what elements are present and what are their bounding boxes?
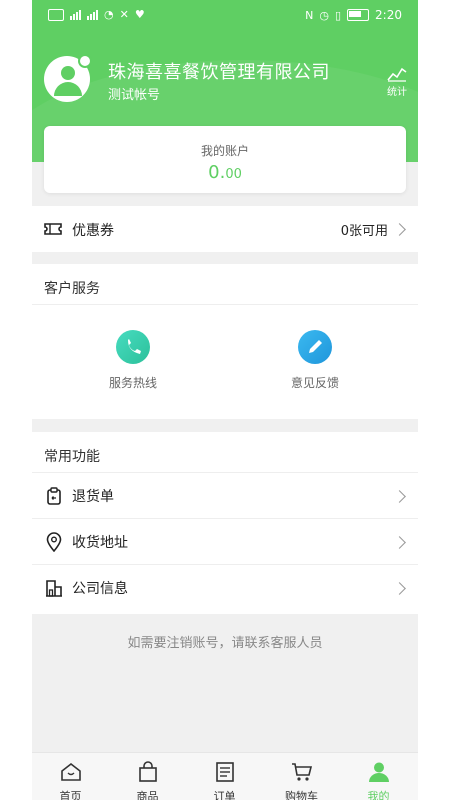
nav-products[interactable]: 商品 <box>109 753 186 800</box>
feedback-button[interactable]: 意见反馈 <box>275 330 355 391</box>
nav-cart[interactable]: 购物车 <box>263 753 340 800</box>
nav-profile-label: 我的 <box>367 790 390 800</box>
service-hotline-button[interactable]: 服务热线 <box>93 330 173 391</box>
wifi-icon: ◔ <box>104 8 114 21</box>
order-list-icon <box>215 762 234 782</box>
return-order-label: 退货单 <box>72 489 114 505</box>
pencil-glyph <box>309 340 322 353</box>
chevron-right-icon <box>393 490 406 503</box>
nav-profile[interactable]: 我的 <box>340 753 417 800</box>
customer-service-title: 客户服务 <box>44 281 100 297</box>
bottom-navigation: 首页 商品 订单 购物车 我的 <box>32 752 418 800</box>
status-bar: ◔ ✕ ♥ N ◷ ▯ 2:20 <box>32 0 418 30</box>
hd-icon <box>48 8 64 21</box>
nav-orders-label: 订单 <box>213 790 236 800</box>
nav-cart-label: 购物车 <box>285 790 318 800</box>
location-pin-icon <box>46 532 62 552</box>
settings-gear-icon[interactable] <box>78 54 92 68</box>
common-functions-title: 常用功能 <box>44 449 100 465</box>
balance-integer: 0. <box>208 162 226 183</box>
shopping-bag-icon <box>138 761 157 782</box>
account-card-title: 我的账户 <box>200 144 249 158</box>
company-info-label: 公司信息 <box>72 581 128 597</box>
ticket-icon <box>44 223 62 235</box>
chevron-right-icon <box>393 582 406 595</box>
stats-label: 统计 <box>387 87 407 98</box>
avatar-body <box>54 82 82 96</box>
account-card[interactable]: 我的账户 0.00 <box>44 126 406 193</box>
profile-icon <box>368 762 389 782</box>
avatar-head <box>61 66 75 80</box>
shipping-address-row[interactable]: 收货地址 <box>32 519 418 564</box>
status-left-icons: ◔ ✕ ♥ <box>48 8 145 21</box>
service-hotline-label: 服务热线 <box>108 376 157 390</box>
profile-header: ◔ ✕ ♥ N ◷ ▯ 2:20 珠海喜喜餐饮管理有限公司 测试帐号 统计 我的… <box>32 0 418 280</box>
home-icon <box>60 762 81 781</box>
stats-button[interactable]: 统计 <box>384 66 410 98</box>
signal-icon-2 <box>87 9 98 20</box>
app-screen: ◔ ✕ ♥ N ◷ ▯ 2:20 珠海喜喜餐饮管理有限公司 测试帐号 统计 我的… <box>32 0 418 800</box>
nav-orders[interactable]: 订单 <box>186 753 263 800</box>
company-name: 珠海喜喜餐饮管理有限公司 <box>108 62 330 83</box>
notification-icon: ✕ <box>119 8 129 21</box>
chevron-right-icon <box>393 223 406 236</box>
account-cancellation-notice: 如需要注销账号，请联系客服人员 <box>127 636 323 651</box>
chevron-right-icon <box>393 536 406 549</box>
return-order-row[interactable]: 退货单 <box>32 473 418 518</box>
vibrate-icon: ▯ <box>334 8 342 22</box>
clock-time: 2:20 <box>375 8 402 22</box>
edit-icon <box>298 330 332 364</box>
coupon-label: 优惠券 <box>72 223 114 239</box>
phone-icon <box>116 330 150 364</box>
coupon-row[interactable]: 优惠券 0张可用 <box>32 206 418 252</box>
battery-icon <box>347 9 370 21</box>
return-order-icon <box>47 487 61 505</box>
account-balance: 0.00 <box>44 162 406 183</box>
feedback-label: 意见反馈 <box>290 376 339 390</box>
customer-service-section: 客户服务 服务热线 意见反馈 <box>32 264 418 419</box>
heart-icon: ♥ <box>134 8 145 21</box>
nfc-icon: N <box>305 8 314 22</box>
common-functions-section: 常用功能 退货单 收货地址 公司信息 <box>32 432 418 614</box>
building-icon <box>46 580 62 597</box>
alarm-icon: ◷ <box>319 8 329 22</box>
chart-icon <box>387 67 407 82</box>
signal-icon <box>70 9 81 20</box>
shipping-address-label: 收货地址 <box>72 535 128 551</box>
nav-home-label: 首页 <box>59 790 82 800</box>
nav-home[interactable]: 首页 <box>32 753 109 800</box>
phone-glyph <box>128 339 141 354</box>
cart-icon <box>291 763 312 781</box>
status-right-icons: N ◷ ▯ 2:20 <box>305 8 402 22</box>
company-info-row[interactable]: 公司信息 <box>32 565 418 610</box>
nav-products-label: 商品 <box>136 790 159 800</box>
coupon-count: 0张可用 <box>340 224 388 239</box>
account-name: 测试帐号 <box>108 88 161 103</box>
divider <box>32 304 418 305</box>
avatar[interactable] <box>44 54 92 102</box>
balance-decimal: 00 <box>225 167 242 182</box>
